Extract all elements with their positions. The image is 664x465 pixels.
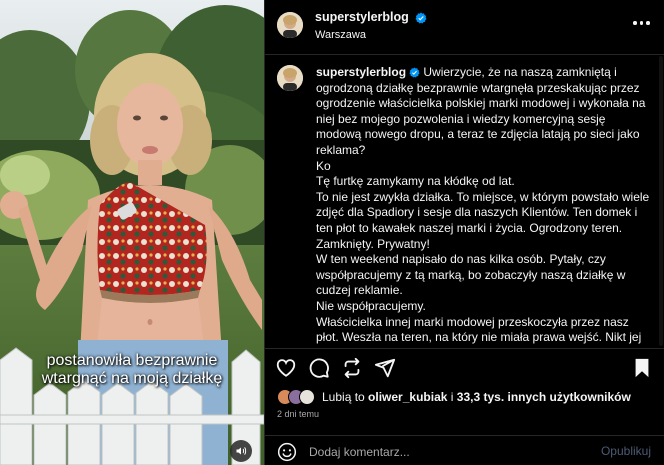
caption-line: W ten weekend napisało do nas kilka osób…	[316, 252, 626, 298]
comment-bar: Opublikuj	[265, 435, 664, 465]
liker-avatar	[299, 389, 315, 405]
video-frame	[0, 0, 264, 465]
more-options-icon	[633, 21, 637, 25]
caption-avatar[interactable]	[277, 65, 303, 91]
likes-text: Lubią to oliwer_kubiak i 33,3 tys. innyc…	[322, 390, 631, 404]
repost-icon[interactable]	[341, 357, 363, 379]
post-video[interactable]: postanowiła bezprawnie wtargnąć na moją …	[0, 0, 264, 465]
header-username-text[interactable]: superstylerblog	[315, 10, 409, 24]
mute-button[interactable]	[230, 440, 252, 462]
likes-conjunction: i	[450, 390, 454, 404]
verified-badge-icon	[415, 12, 427, 24]
caption-line: Tę furtkę zamykamy na kłódkę od lat.	[316, 174, 515, 189]
post-header: superstylerblog Warszawa	[265, 0, 664, 55]
caption-username[interactable]: superstylerblog	[316, 65, 406, 79]
post-timestamp[interactable]: 2 dni temu	[277, 409, 319, 419]
header-username[interactable]: superstylerblog	[315, 10, 427, 24]
post-caption: superstylerblog Uwierzycie, że na naszą …	[316, 65, 654, 348]
caption-scrollbar[interactable]	[659, 56, 663, 346]
comment-bubble-icon[interactable]	[308, 357, 330, 379]
avatar-image	[277, 12, 303, 38]
comment-input[interactable]	[309, 444, 579, 460]
likes-prefix: Lubią to	[322, 390, 365, 404]
caption-line: Właścicielka innej marki modowej przesko…	[316, 314, 643, 349]
more-dot	[646, 21, 650, 25]
bookmark-icon[interactable]	[631, 357, 653, 379]
paper-plane-icon[interactable]	[374, 357, 396, 379]
video-subtitle-line1: postanowiła bezprawnie	[46, 352, 218, 369]
caption-line: Nie współpracujemy.	[316, 298, 426, 313]
action-bar	[265, 354, 664, 382]
avatar-image	[277, 65, 303, 91]
caption-area[interactable]: superstylerblog Uwierzycie, że na naszą …	[265, 56, 664, 348]
post-location[interactable]: Warszawa	[315, 29, 366, 41]
caption-line: To nie jest zwykła działka. To miejsce, …	[316, 189, 650, 251]
more-options-button[interactable]	[633, 18, 653, 28]
caption-paragraph-1: superstylerblog Uwierzycie, że na naszą …	[316, 65, 654, 159]
emoji-icon[interactable]	[277, 442, 297, 462]
divider	[265, 348, 664, 349]
avatar[interactable]	[277, 12, 303, 38]
more-dot	[639, 21, 643, 25]
caption-line: Ko	[316, 158, 331, 173]
post-detail-panel: superstylerblog Warszawa superstylerblog…	[264, 0, 664, 465]
likes-others-link[interactable]: 33,3 tys. innych użytkowników	[457, 390, 631, 404]
likes-user-link[interactable]: oliwer_kubiak	[368, 390, 447, 404]
speaker-icon	[236, 447, 247, 455]
publish-button[interactable]: Opublikuj	[601, 444, 651, 458]
likes-summary: Lubią to oliwer_kubiak i 33,3 tys. innyc…	[277, 388, 631, 406]
video-subtitle-line2: wtargnąć na moją działkę	[41, 370, 223, 387]
heart-icon[interactable]	[275, 357, 297, 379]
verified-badge-icon	[409, 67, 420, 78]
